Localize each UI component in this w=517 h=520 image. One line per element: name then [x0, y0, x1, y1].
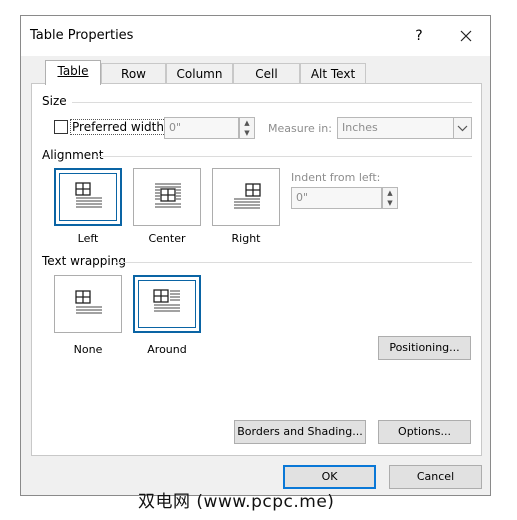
- tab-column[interactable]: Column: [166, 63, 233, 83]
- tab-alt-text-label: Alt Text: [310, 67, 356, 81]
- watermark-caption: 双电网 (www.pcpc.me): [138, 492, 335, 512]
- indent-from-left-label: Indent from left:: [291, 171, 381, 184]
- preferred-width-checkbox[interactable]: [54, 120, 68, 134]
- size-heading: Size: [42, 94, 67, 108]
- help-button[interactable]: ?: [405, 22, 433, 50]
- wrap-none-label: None: [73, 343, 103, 356]
- tab-cell[interactable]: Cell: [233, 63, 300, 83]
- tab-column-label: Column: [176, 67, 223, 81]
- alignment-center-option[interactable]: [133, 168, 201, 226]
- tab-table[interactable]: Table: [45, 60, 101, 85]
- indent-from-left-field[interactable]: 0": [291, 187, 382, 209]
- size-divider: [72, 102, 472, 103]
- alignment-right-option[interactable]: [212, 168, 280, 226]
- ok-button[interactable]: OK: [283, 465, 376, 489]
- tab-cell-label: Cell: [255, 67, 278, 81]
- title-bar: Table Properties ?: [21, 16, 490, 56]
- preferred-width-field[interactable]: 0": [164, 117, 239, 139]
- options-button[interactable]: Options...: [378, 420, 471, 444]
- wrap-around-label: Around: [147, 343, 187, 356]
- positioning-button[interactable]: Positioning...: [378, 336, 471, 360]
- alignment-divider: [96, 156, 472, 157]
- spin-up-icon[interactable]: ▲: [383, 188, 397, 198]
- spin-down-icon[interactable]: ▼: [383, 198, 397, 208]
- wrap-none-option[interactable]: [54, 275, 122, 333]
- table-align-center-icon: [155, 183, 181, 208]
- measure-in-label: Measure in:: [268, 122, 332, 135]
- indent-spinner[interactable]: ▲ ▼: [382, 187, 398, 209]
- spin-up-icon[interactable]: ▲: [240, 118, 254, 128]
- spin-down-icon[interactable]: ▼: [240, 128, 254, 138]
- chevron-down-icon: [457, 125, 468, 132]
- table-tab-panel: Size Preferred width: 0" ▲ ▼ Measure in:…: [31, 83, 482, 456]
- text-wrapping-heading: Text wrapping: [42, 254, 126, 268]
- tab-alt-text[interactable]: Alt Text: [300, 63, 366, 83]
- tab-row-label: Row: [121, 67, 146, 81]
- close-button[interactable]: [449, 22, 483, 50]
- dialog-title: Table Properties: [30, 28, 134, 43]
- cancel-button[interactable]: Cancel: [389, 465, 482, 489]
- alignment-right-label: Right: [231, 232, 261, 245]
- alignment-left-label: Left: [77, 232, 99, 245]
- alignment-heading: Alignment: [42, 148, 104, 162]
- preferred-width-spinner[interactable]: ▲ ▼: [239, 117, 255, 139]
- table-align-left-icon: [75, 182, 102, 208]
- measure-in-select[interactable]: Inches: [337, 117, 454, 139]
- wrap-around-option[interactable]: [133, 275, 201, 333]
- table-align-right-icon: [234, 183, 261, 209]
- borders-and-shading-button[interactable]: Borders and Shading...: [234, 420, 366, 444]
- measure-in-dropdown-button[interactable]: [453, 117, 472, 139]
- preferred-width-label[interactable]: Preferred width:: [70, 119, 171, 135]
- tab-row[interactable]: Row: [101, 63, 166, 83]
- close-icon: [460, 30, 472, 42]
- alignment-left-option[interactable]: [54, 168, 122, 226]
- tab-table-label: Table: [57, 64, 89, 78]
- text-wrapping-divider: [116, 262, 472, 263]
- alignment-center-label: Center: [148, 232, 186, 245]
- wrap-none-icon: [75, 290, 102, 314]
- wrap-around-icon: [153, 289, 180, 312]
- table-properties-dialog: Table Properties ? Table Row Column Cell…: [20, 15, 491, 496]
